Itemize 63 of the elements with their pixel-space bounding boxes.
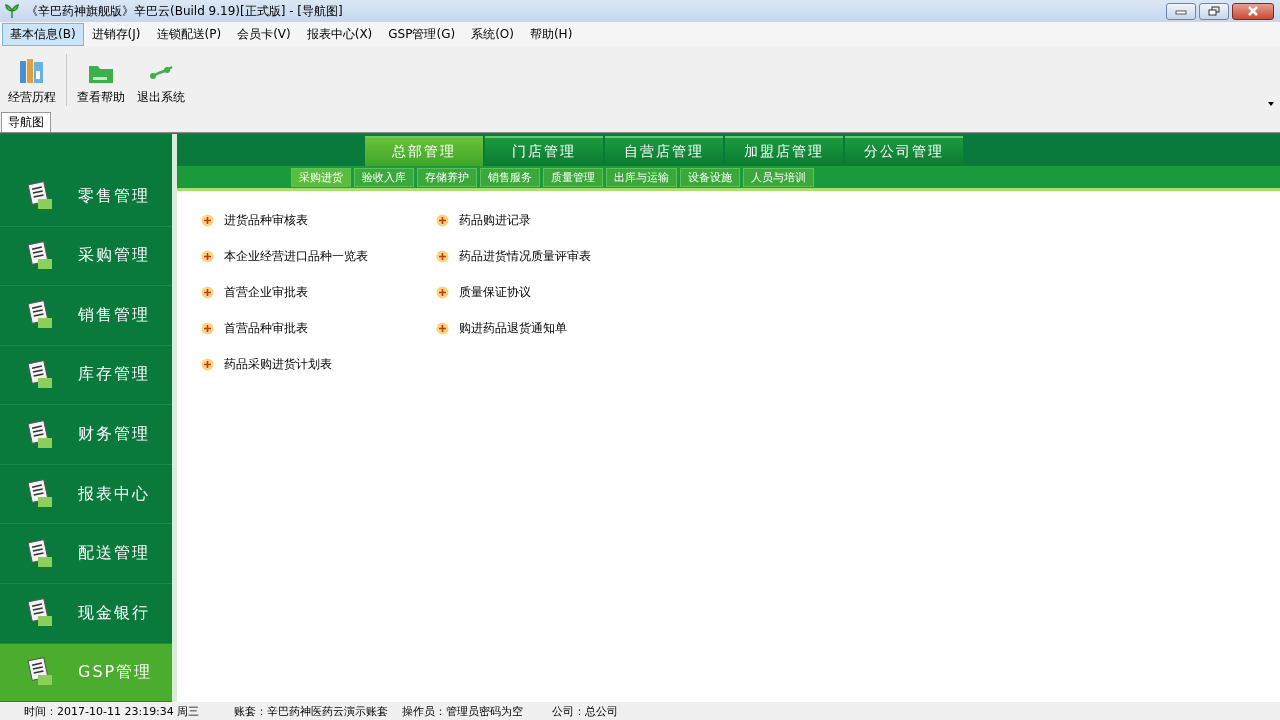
report-link[interactable]: 药品购进记录 (459, 211, 531, 229)
menu-item[interactable]: 基本信息(B) (2, 22, 84, 46)
close-icon (1247, 6, 1259, 16)
toolbar-button[interactable]: 经营历程 (4, 57, 60, 106)
restore-button[interactable] (1199, 2, 1229, 20)
report-link[interactable]: 本企业经营进口品种一览表 (224, 247, 368, 265)
plus-icon (201, 357, 214, 371)
toolbar-button[interactable]: 退出系统 (133, 61, 189, 106)
report-link[interactable]: 购进药品退货通知单 (459, 319, 567, 337)
report-link[interactable]: 质量保证协议 (459, 283, 531, 301)
plus-icon (436, 213, 449, 227)
minimize-icon (1175, 7, 1187, 15)
status-text: 公司：总公司 (552, 703, 618, 719)
report-link[interactable]: 首营品种审批表 (224, 319, 308, 337)
menu-item[interactable]: GSP管理(G) (380, 22, 464, 46)
sidebar-item[interactable]: 现金银行 (0, 583, 172, 644)
sidebar-item[interactable]: 报表中心 (0, 464, 172, 525)
plus-icon (201, 285, 214, 299)
document-tab[interactable]: 导航图 (1, 112, 51, 132)
sub-tab[interactable]: 存储养护 (417, 167, 477, 187)
tab[interactable]: 门店管理 (485, 136, 603, 166)
sub-tab[interactable]: 验收入库 (354, 167, 414, 187)
plus-icon (201, 249, 214, 263)
dropdown-arrow-icon (1268, 102, 1274, 106)
menu-item[interactable]: 报表中心(X) (298, 22, 381, 46)
sidebar-item[interactable]: 库存管理 (0, 345, 172, 406)
toolbar-button[interactable]: 查看帮助 (73, 61, 129, 106)
plus-icon (436, 285, 449, 299)
sidebar-item[interactable]: 销售管理 (0, 286, 172, 346)
sub-tab[interactable]: 设备设施 (680, 167, 740, 187)
sub-tab[interactable]: 出库与运输 (606, 167, 677, 187)
plus-icon (201, 213, 214, 227)
plus-icon (201, 321, 214, 335)
plus-icon (436, 321, 449, 335)
sub-tab[interactable]: 质量管理 (543, 167, 603, 187)
plus-icon (436, 249, 449, 263)
window-title: 《辛巴药神旗舰版》辛巴云(Build 9.19)[正式版] - [导航图] (26, 2, 343, 20)
menu-item[interactable]: 系统(O) (463, 22, 522, 46)
restore-icon (1208, 6, 1220, 16)
sidebar-item[interactable]: 财务管理 (0, 405, 172, 465)
menu-item[interactable]: 会员卡(V) (229, 22, 299, 46)
sub-tab[interactable]: 销售服务 (480, 167, 540, 187)
report-link[interactable]: 首营企业审批表 (224, 283, 308, 301)
tab[interactable]: 自营店管理 (605, 136, 723, 166)
report-link[interactable]: 进货品种审核表 (224, 211, 308, 229)
sidebar-item[interactable]: 零售管理 (0, 167, 172, 227)
status-text: 账套：辛巴药神医药云演示账套 (234, 703, 389, 719)
sidebar-item[interactable]: 配送管理 (0, 524, 172, 584)
report-link[interactable]: 药品进货情况质量评审表 (459, 247, 591, 265)
sidebar-item[interactable]: 采购管理 (0, 226, 172, 287)
leaf-logo-icon (4, 3, 20, 19)
tab[interactable]: 分公司管理 (845, 136, 963, 166)
tab[interactable]: 加盟店管理 (725, 136, 843, 166)
close-button[interactable] (1232, 2, 1274, 20)
sidebar-item[interactable]: GSP管理 (0, 643, 172, 703)
menu-item[interactable]: 进销存(J) (83, 22, 149, 46)
status-text: 操作员：管理员密码为空 (402, 703, 524, 719)
minimize-button[interactable] (1166, 2, 1196, 20)
report-link[interactable]: 药品采购进货计划表 (224, 355, 332, 373)
menu-item[interactable]: 帮助(H) (521, 22, 581, 46)
sub-tab[interactable]: 人员与培训 (743, 167, 814, 187)
status-text: 时间：2017-10-11 23:19:34 周三 (24, 703, 201, 719)
menu-item[interactable]: 连锁配送(P) (148, 22, 230, 46)
